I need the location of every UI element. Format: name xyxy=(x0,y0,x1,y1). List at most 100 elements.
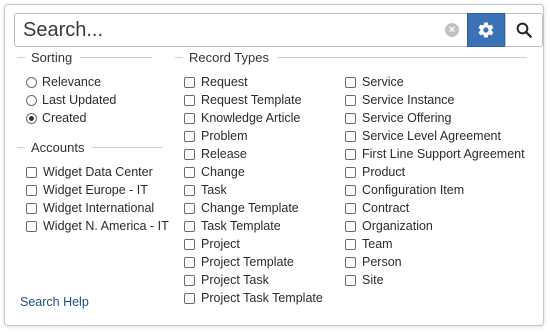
account-item[interactable]: Widget International xyxy=(26,199,154,217)
sorting-section-title: Sorting xyxy=(17,50,153,65)
radio-relevance[interactable] xyxy=(26,76,37,88)
record-type-item[interactable]: Project xyxy=(184,235,240,253)
record-type-item[interactable]: Organization xyxy=(345,217,433,235)
record-type-checkbox[interactable] xyxy=(345,238,356,250)
search-help-link[interactable]: Search Help xyxy=(20,295,89,309)
record-type-label: Task xyxy=(201,183,227,197)
record-type-checkbox[interactable] xyxy=(184,202,195,214)
account-label: Widget Data Center xyxy=(43,165,153,179)
record-type-item[interactable]: Service Offering xyxy=(345,109,451,127)
record-type-checkbox[interactable] xyxy=(184,292,195,304)
account-checkbox[interactable] xyxy=(26,220,37,232)
account-checkbox[interactable] xyxy=(26,202,37,214)
record-type-item[interactable]: Knowledge Article xyxy=(184,109,300,127)
record-type-checkbox[interactable] xyxy=(345,130,356,142)
record-type-label: Project Task xyxy=(201,273,269,287)
record-type-checkbox[interactable] xyxy=(184,94,195,106)
record-type-item[interactable]: Problem xyxy=(184,127,248,145)
record-type-item[interactable]: Site xyxy=(345,271,384,289)
record-type-label: Service Instance xyxy=(362,93,455,107)
record-type-checkbox[interactable] xyxy=(345,256,356,268)
clear-search-icon[interactable]: × xyxy=(445,23,459,37)
record-type-item[interactable]: Request Template xyxy=(184,91,302,109)
record-type-label: Service Offering xyxy=(362,111,452,125)
record-type-label: Project Template xyxy=(201,255,294,269)
record-type-checkbox[interactable] xyxy=(184,184,195,196)
record-type-label: Task Template xyxy=(201,219,281,233)
sort-option-relevance[interactable]: Relevance xyxy=(26,73,101,91)
record-type-item[interactable]: Service Instance xyxy=(345,91,454,109)
record-type-checkbox[interactable] xyxy=(184,220,195,232)
account-item[interactable]: Widget Europe - IT xyxy=(26,181,148,199)
record-type-label: Change xyxy=(201,165,245,179)
record-type-item[interactable]: Change Template xyxy=(184,199,299,217)
record-type-checkbox[interactable] xyxy=(345,76,356,88)
sort-option-created[interactable]: Created xyxy=(26,109,86,127)
account-label: Widget Europe - IT xyxy=(43,183,148,197)
record-type-checkbox[interactable] xyxy=(345,112,356,124)
record-type-item[interactable]: Project Task Template xyxy=(184,289,323,307)
record-type-label: Product xyxy=(362,165,406,179)
accounts-section-title: Accounts xyxy=(17,140,163,155)
record-type-item[interactable]: First Line Support Agreement xyxy=(345,145,525,163)
search-button[interactable] xyxy=(505,14,542,46)
record-type-label: Request xyxy=(201,75,248,89)
record-type-label: Change Template xyxy=(201,201,299,215)
radio-created[interactable] xyxy=(26,112,37,124)
search-icon xyxy=(516,22,532,38)
account-label: Widget International xyxy=(43,201,155,215)
record-type-checkbox[interactable] xyxy=(345,202,356,214)
record-type-checkbox[interactable] xyxy=(345,94,356,106)
sort-option-label: Last Updated xyxy=(42,93,117,107)
record-type-item[interactable]: Service xyxy=(345,73,404,91)
account-item[interactable]: Widget Data Center xyxy=(26,163,153,181)
record-type-label: Problem xyxy=(201,129,248,143)
record-type-item[interactable]: Change xyxy=(184,163,245,181)
record-type-item[interactable]: Team xyxy=(345,235,393,253)
account-item[interactable]: Widget N. America - IT xyxy=(26,217,169,235)
account-checkbox[interactable] xyxy=(26,166,37,178)
settings-button[interactable] xyxy=(467,13,505,47)
record-type-item[interactable]: Contract xyxy=(345,199,409,217)
gear-icon xyxy=(478,22,494,38)
record-type-item[interactable]: Task Template xyxy=(184,217,281,235)
record-type-label: Configuration Item xyxy=(362,183,465,197)
record-type-item[interactable]: Project Task xyxy=(184,271,269,289)
record-type-label: Request Template xyxy=(201,93,302,107)
radio-last-updated[interactable] xyxy=(26,94,37,106)
record-type-item[interactable]: Configuration Item xyxy=(345,181,464,199)
sort-option-label: Relevance xyxy=(42,75,102,89)
record-types-title: Record Types xyxy=(189,50,269,65)
record-type-checkbox[interactable] xyxy=(345,184,356,196)
search-panel: × Sorting Relevance Last Updated Created xyxy=(4,4,544,326)
record-type-checkbox[interactable] xyxy=(184,256,195,268)
record-type-checkbox[interactable] xyxy=(345,166,356,178)
record-type-checkbox[interactable] xyxy=(184,274,195,286)
record-type-item[interactable]: Project Template xyxy=(184,253,294,271)
record-type-item[interactable]: Service Level Agreement xyxy=(345,127,501,145)
record-type-label: First Line Support Agreement xyxy=(362,147,525,161)
record-type-label: Project Task Template xyxy=(201,291,323,305)
record-type-item[interactable]: Release xyxy=(184,145,247,163)
record-types-section-title: Record Types xyxy=(175,50,527,65)
account-checkbox[interactable] xyxy=(26,184,37,196)
record-type-item[interactable]: Task xyxy=(184,181,227,199)
record-type-checkbox[interactable] xyxy=(184,76,195,88)
record-type-checkbox[interactable] xyxy=(345,220,356,232)
record-type-checkbox[interactable] xyxy=(184,166,195,178)
sort-option-last-updated[interactable]: Last Updated xyxy=(26,91,116,109)
record-type-checkbox[interactable] xyxy=(345,148,356,160)
record-type-label: Project xyxy=(201,237,240,251)
account-label: Widget N. America - IT xyxy=(43,219,169,233)
record-type-checkbox[interactable] xyxy=(345,274,356,286)
record-type-label: Team xyxy=(362,237,393,251)
record-type-checkbox[interactable] xyxy=(184,112,195,124)
sorting-title: Sorting xyxy=(31,50,73,65)
search-input[interactable] xyxy=(15,14,451,46)
record-type-item[interactable]: Product xyxy=(345,163,405,181)
record-type-item[interactable]: Request xyxy=(184,73,248,91)
record-type-item[interactable]: Person xyxy=(345,253,402,271)
record-type-checkbox[interactable] xyxy=(184,130,195,142)
record-type-checkbox[interactable] xyxy=(184,148,195,160)
record-type-checkbox[interactable] xyxy=(184,238,195,250)
